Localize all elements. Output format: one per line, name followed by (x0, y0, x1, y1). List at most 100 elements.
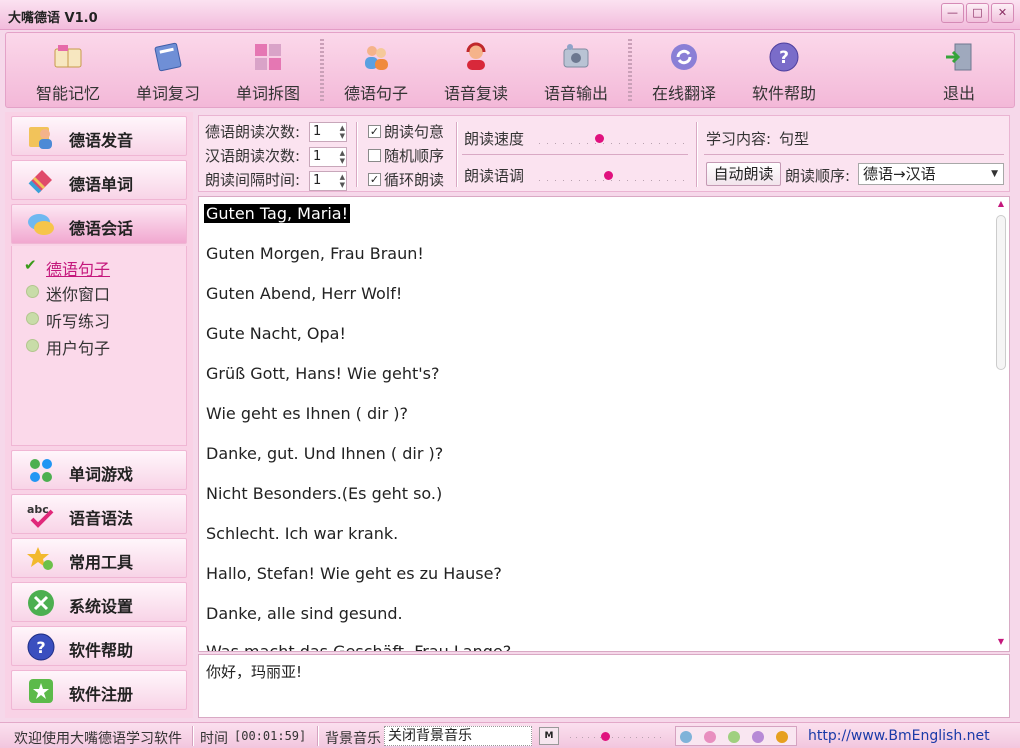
separator (456, 122, 458, 187)
sidebar-item-conversation[interactable]: 德语会话 (11, 204, 187, 244)
toolbar-separator (628, 39, 632, 101)
chinese-count-value: 1 (313, 149, 322, 164)
list-item[interactable]: Hallo, Stefan! Wie geht es zu Hause? (206, 564, 502, 583)
sentence-list[interactable]: Guten Tag, Maria! Guten Morgen, Frau Bra… (198, 196, 1010, 652)
list-item[interactable]: Was macht das Geschäft, Frau Lange? (206, 642, 511, 651)
conversation-submenu: ✔ 德语句子 迷你窗口 听写练习 用户句子 (11, 246, 187, 446)
submenu-item-user-sentences[interactable]: 用户句子 (26, 335, 111, 359)
separator (696, 122, 698, 187)
slider-thumb[interactable] (595, 134, 604, 143)
german-count-stepper[interactable]: 1 ▲ ▼ (309, 122, 347, 142)
scroll-up-icon[interactable]: ▲ (995, 199, 1007, 211)
loop-read-checkbox[interactable]: ✓ (368, 173, 381, 186)
speed-slider[interactable] (539, 132, 687, 146)
toolbar-online-translate-button[interactable]: 在线翻译 (636, 33, 732, 107)
list-item[interactable]: Guten Morgen, Frau Braun! (206, 244, 424, 263)
scrollbar-thumb[interactable] (996, 215, 1006, 370)
chinese-count-stepper[interactable]: 1 ▲ ▼ (309, 147, 347, 167)
skin-color-dot[interactable] (680, 731, 692, 743)
list-item[interactable]: Guten Tag, Maria! (204, 204, 350, 223)
sidebar-item-settings[interactable]: 系统设置 (11, 582, 187, 622)
toolbar-help-button[interactable]: ? 软件帮助 (736, 33, 832, 107)
skin-color-dot[interactable] (704, 731, 716, 743)
translation-panel: 你好，玛丽亚! (198, 654, 1010, 718)
list-item[interactable]: Guten Abend, Herr Wolf! (206, 284, 402, 303)
minimize-button[interactable]: — (941, 3, 964, 23)
maximize-button[interactable]: □ (966, 3, 989, 23)
loop-read-label: 循环朗读 (384, 171, 445, 189)
toolbar-exit-button[interactable]: 退出 (911, 33, 1007, 107)
sidebar-item-grammar[interactable]: abc 语音语法 (11, 494, 187, 534)
toolbar-label: 德语句子 (343, 84, 408, 103)
read-order-select[interactable]: 德语→汉语 ▼ (858, 163, 1004, 185)
skin-color-dot[interactable] (752, 731, 764, 743)
toolbar-smart-memory-button[interactable]: 智能记忆 (20, 33, 116, 107)
sidebar-item-label: 德语发音 (69, 131, 134, 150)
background-music-select[interactable]: 关闭背景音乐 (384, 726, 532, 746)
scroll-down-icon[interactable]: ▼ (995, 637, 1007, 649)
sidebar-item-register[interactable]: 软件注册 (11, 670, 187, 710)
submenu-label: 迷你窗口 (46, 285, 111, 304)
list-item[interactable]: Danke, gut. Und Ihnen ( dir )? (206, 444, 443, 463)
notebook-icon (154, 42, 182, 72)
toolbar-separator (320, 39, 324, 101)
slider-thumb[interactable] (601, 732, 610, 741)
stepper-arrows-icon[interactable]: ▲ ▼ (340, 124, 345, 140)
toolbar-voice-output-button[interactable]: 语音输出 (528, 33, 624, 107)
list-item[interactable]: Wie geht es Ihnen ( dir )? (206, 404, 408, 423)
sidebar-item-words[interactable]: 德语单词 (11, 160, 187, 200)
list-item[interactable]: Grüß Gott, Hans! Wie geht's? (206, 364, 439, 383)
submenu-item-mini-window[interactable]: 迷你窗口 (26, 281, 111, 305)
website-link[interactable]: http://www.BmEnglish.net (808, 728, 990, 744)
slider-thumb[interactable] (604, 171, 613, 180)
list-item[interactable]: Schlecht. Ich war krank. (206, 524, 398, 543)
chat-bubble-icon (28, 214, 54, 235)
toolbar-label: 语音输出 (543, 84, 608, 103)
toolbar-word-review-button[interactable]: 单词复习 (120, 33, 216, 107)
sentence-list-scrollbar[interactable]: ▲ ▼ (995, 199, 1007, 649)
speed-label: 朗读速度 (464, 130, 525, 148)
submenu-item-sentences[interactable]: ✔ 德语句子 (24, 256, 110, 280)
game-icon (30, 459, 52, 482)
toolbar-word-puzzle-button[interactable]: 单词拆图 (220, 33, 316, 107)
close-button[interactable]: ✕ (991, 3, 1014, 23)
sidebar-item-label: 单词游戏 (69, 465, 134, 484)
bullet-dot-icon (26, 339, 39, 352)
interval-label: 朗读间隔时间: (205, 171, 301, 189)
svg-text:?: ? (779, 48, 789, 68)
welcome-text: 欢迎使用大嘴德语学习软件 (14, 731, 182, 747)
reading-controls: 德语朗读次数: 1 ▲ ▼ 汉语朗读次数: 1 ▲ ▼ 朗读间隔时间: 1 ▲ ▼ ✓… (198, 115, 1010, 192)
read-meaning-checkbox[interactable]: ✓ (368, 125, 381, 138)
window-controls: — □ ✕ (941, 3, 1014, 23)
sidebar-item-label: 系统设置 (69, 597, 134, 616)
abc-check-icon: abc (27, 503, 54, 528)
pronunciation-icon (29, 127, 52, 149)
toolbar-german-sentences-button[interactable]: 德语句子 (328, 33, 424, 107)
sidebar-item-pronunciation[interactable]: 德语发音 (11, 116, 187, 156)
tone-slider[interactable] (539, 169, 687, 183)
interval-stepper[interactable]: 1 ▲ ▼ (309, 171, 347, 191)
list-item[interactable]: Danke, alle sind gesund. (206, 604, 403, 623)
slider-track (539, 143, 687, 144)
status-bar: 欢迎使用大嘴德语学习软件 时间 [00:01:59] 背景音乐 关闭背景音乐 M… (0, 722, 1020, 748)
skin-color-dot[interactable] (776, 731, 788, 743)
stepper-arrows-icon[interactable]: ▲ ▼ (340, 173, 345, 189)
auto-read-button[interactable]: 自动朗读 (706, 162, 781, 186)
sidebar-item-tools[interactable]: 常用工具 (11, 538, 187, 578)
sidebar-item-word-game[interactable]: 单词游戏 (11, 450, 187, 490)
sidebar-item-help[interactable]: ? 软件帮助 (11, 626, 187, 666)
list-item[interactable]: Nicht Besonders.(Es geht so.) (206, 484, 442, 503)
stepper-arrows-icon[interactable]: ▲ ▼ (340, 149, 345, 165)
submenu-label: 用户句子 (46, 339, 111, 358)
list-item[interactable]: Gute Nacht, Opa! (206, 324, 346, 343)
random-order-checkbox[interactable] (368, 149, 381, 162)
volume-slider[interactable] (570, 729, 666, 743)
exit-door-icon (946, 43, 972, 71)
bullet-dot-icon (26, 285, 39, 298)
skin-color-dot[interactable] (728, 731, 740, 743)
submenu-item-dictation[interactable]: 听写练习 (26, 308, 110, 332)
music-toggle-button[interactable]: M (539, 727, 559, 745)
toolbar-voice-repeat-button[interactable]: 语音复读 (428, 33, 524, 107)
tools-icon (27, 547, 53, 570)
divider (704, 154, 1004, 155)
